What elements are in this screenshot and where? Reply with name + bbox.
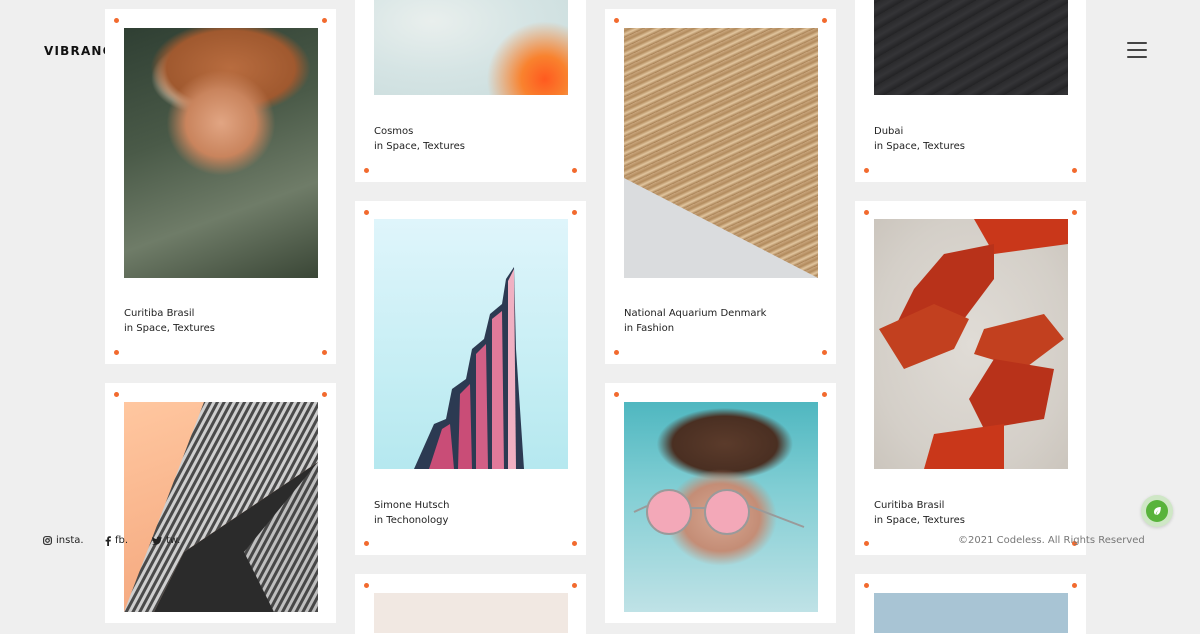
portfolio-card[interactable] (355, 574, 586, 634)
portfolio-card[interactable]: Dubai in Space, Textures (855, 0, 1086, 182)
copyright-text: ©2021 Codeless. All Rights Reserved (958, 535, 1145, 546)
corner-dot (822, 350, 827, 355)
corner-dot (572, 168, 577, 173)
portfolio-card[interactable]: Cosmos in Space, Textures (355, 0, 586, 182)
portfolio-image[interactable] (124, 28, 318, 278)
sky-shape (624, 178, 818, 278)
card-title[interactable]: Curitiba Brasil (874, 500, 944, 511)
twitter-icon (152, 536, 162, 545)
portfolio-card[interactable] (105, 383, 336, 623)
portfolio-card[interactable]: Curitiba Brasil in Space, Textures (105, 9, 336, 364)
card-title[interactable]: Curitiba Brasil (124, 308, 194, 319)
corner-dot (822, 18, 827, 23)
eco-badge-button[interactable] (1141, 495, 1173, 527)
social-link-twitter[interactable]: tw. (152, 535, 180, 546)
corner-dot (864, 541, 869, 546)
card-title[interactable]: Simone Hutsch (374, 500, 449, 511)
corner-dot (1072, 583, 1077, 588)
corner-dot (614, 392, 619, 397)
card-category: in Fashion (624, 323, 675, 334)
corner-dot (614, 18, 619, 23)
portfolio-card[interactable] (855, 574, 1086, 634)
portfolio-image[interactable] (874, 593, 1068, 633)
social-label: insta. (56, 535, 84, 546)
portfolio-image[interactable] (374, 0, 568, 95)
corner-dot (364, 583, 369, 588)
corner-dot (614, 350, 619, 355)
corner-dot (322, 18, 327, 23)
tower-shape (414, 267, 524, 469)
portfolio-image[interactable] (874, 0, 1068, 95)
corner-dot (1072, 210, 1077, 215)
portfolio-card[interactable]: National Aquarium Denmark in Fashion (605, 9, 836, 364)
corner-dot (572, 541, 577, 546)
corner-dot (572, 210, 577, 215)
card-category: in Space, Textures (874, 515, 965, 526)
card-category: in Space, Textures (374, 141, 465, 152)
portfolio-image[interactable] (874, 219, 1068, 469)
portfolio-image[interactable] (374, 219, 568, 469)
corner-dot (572, 583, 577, 588)
portfolio-image[interactable] (124, 402, 318, 612)
building-shape (124, 402, 318, 612)
corner-dot (114, 18, 119, 23)
corner-dot (114, 350, 119, 355)
portfolio-card[interactable]: Simone Hutsch in Techonology (355, 201, 586, 555)
social-label: fb. (115, 535, 129, 546)
corner-dot (364, 168, 369, 173)
card-title[interactable]: Cosmos (374, 126, 413, 137)
corner-dot (864, 168, 869, 173)
card-title[interactable]: Dubai (874, 126, 903, 137)
corner-dot (822, 392, 827, 397)
corner-dot (364, 210, 369, 215)
corner-dot (114, 392, 119, 397)
portfolio-image[interactable] (624, 402, 818, 612)
card-category: in Space, Textures (124, 323, 215, 334)
portfolio-card[interactable] (605, 383, 836, 623)
portfolio-image[interactable] (374, 593, 568, 633)
card-category: in Techonology (374, 515, 449, 526)
sunglasses-shape (633, 489, 805, 535)
instagram-icon (43, 536, 52, 545)
shoes-shape (879, 219, 1068, 469)
portfolio-image[interactable] (624, 28, 818, 278)
portfolio-card[interactable]: Curitiba Brasil in Space, Textures (855, 201, 1086, 555)
corner-dot (322, 350, 327, 355)
leaf-icon (1146, 500, 1168, 522)
social-link-facebook[interactable]: fb. (105, 535, 128, 546)
corner-dot (322, 392, 327, 397)
hamburger-menu-icon[interactable] (1127, 42, 1147, 58)
corner-dot (1072, 168, 1077, 173)
social-label: tw. (166, 535, 181, 546)
card-title[interactable]: National Aquarium Denmark (624, 308, 766, 319)
social-link-instagram[interactable]: insta. (43, 535, 84, 546)
corner-dot (864, 210, 869, 215)
corner-dot (364, 541, 369, 546)
card-category: in Space, Textures (874, 141, 965, 152)
corner-dot (864, 583, 869, 588)
facebook-icon (105, 535, 111, 546)
